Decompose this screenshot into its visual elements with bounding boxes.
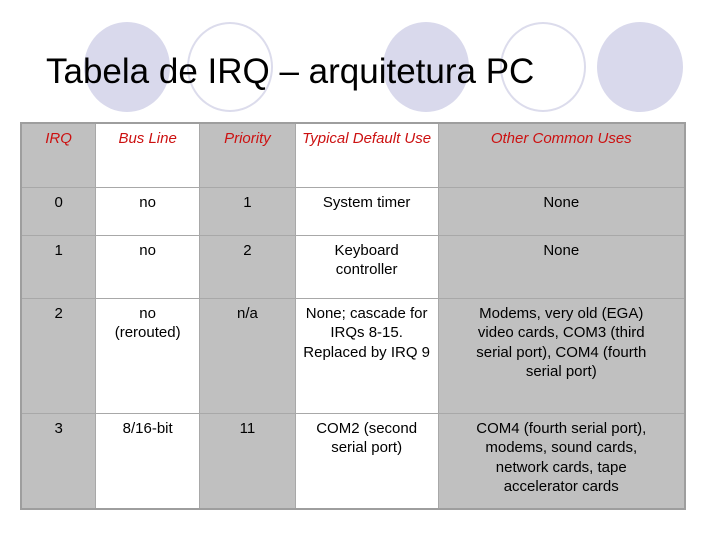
cell-typical-use: Keyboard controller [294,234,439,299]
cell-typical-use: COM2 (second serial port) [294,412,439,510]
cell-priority: 1 [199,186,296,236]
irq-table: IRQ Bus Line Priority Typical Default Us… [20,122,686,510]
header-irq: IRQ [20,122,97,188]
table-header-row: IRQ Bus Line Priority Typical Default Us… [20,122,686,188]
table-row: 1 no 2 Keyboard controller None [20,234,686,299]
table-row: 0 no 1 System timer None [20,186,686,236]
cell-irq: 1 [20,234,97,299]
table-row: 3 8/16-bit 11 COM2 (second serial port) … [20,412,686,510]
cell-other-uses: None [437,234,686,299]
header-other-common-uses: Other Common Uses [437,122,686,188]
cell-typical-use: None; cascade for IRQs 8-15. Replaced by… [294,297,439,414]
cell-bus-line: no [95,234,201,299]
cell-irq: 0 [20,186,97,236]
cell-priority: 11 [199,412,296,510]
cell-other-uses: None [437,186,686,236]
cell-typical-use: System timer [294,186,439,236]
cell-irq: 3 [20,412,97,510]
slide-title: Tabela de IRQ – arquitetura PC [46,52,535,91]
decorative-filled-circle [597,22,683,112]
cell-other-uses: Modems, very old (EGA) video cards, COM3… [437,297,686,414]
cell-priority: 2 [199,234,296,299]
cell-bus-line: no (rerouted) [95,297,201,414]
header-bus-line: Bus Line [95,122,201,188]
cell-irq: 2 [20,297,97,414]
header-priority: Priority [199,122,296,188]
table-row: 2 no (rerouted) n/a None; cascade for IR… [20,297,686,414]
cell-bus-line: 8/16-bit [95,412,201,510]
header-typical-default-use: Typical Default Use [294,122,439,188]
cell-other-uses: COM4 (fourth serial port), modems, sound… [437,412,686,510]
cell-priority: n/a [199,297,296,414]
cell-bus-line: no [95,186,201,236]
